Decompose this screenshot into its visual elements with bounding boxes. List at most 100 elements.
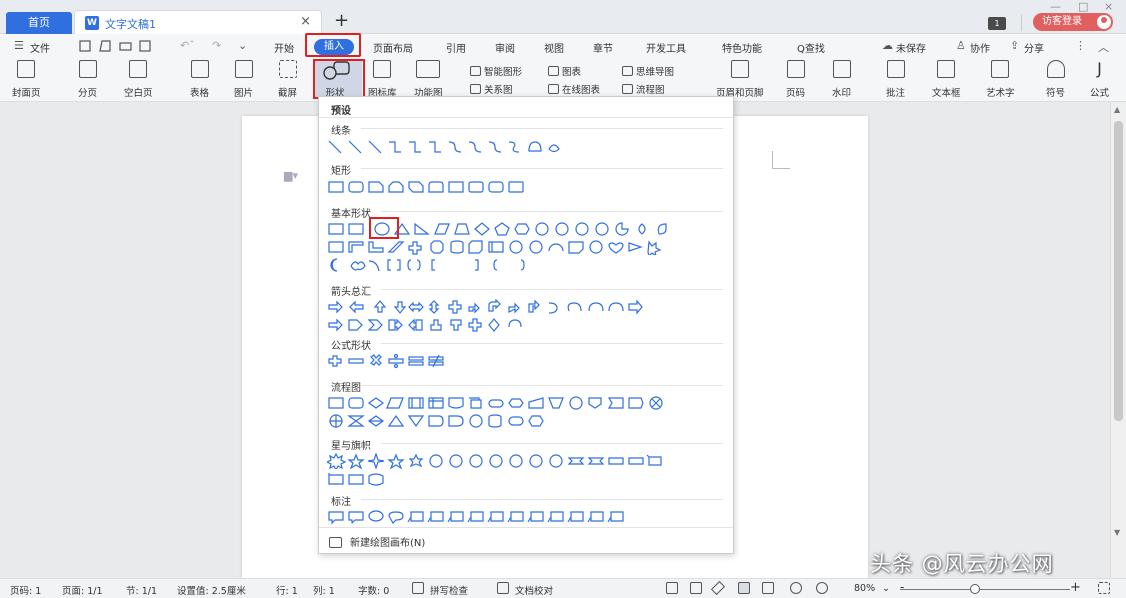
smart-art-button[interactable]: 智能图形 (470, 64, 522, 78)
new-drawing-canvas-button[interactable]: 新建绘图画布(N) (329, 534, 425, 549)
collaborate-button[interactable]: 协作 (970, 40, 990, 55)
share-button[interactable]: 分享 (1024, 40, 1044, 55)
watermark-button[interactable]: 水印 (832, 60, 851, 99)
symbol-button[interactable]: 符号 (1046, 60, 1065, 99)
shape-row-stars-1[interactable] (327, 453, 727, 469)
shape-row-stars-2[interactable] (327, 471, 527, 487)
zoom-in-button[interactable]: + (1070, 580, 1081, 595)
minimize-button[interactable]: — (1050, 0, 1061, 13)
file-menu[interactable]: 文件 (30, 40, 50, 55)
shape-row-basic-2[interactable] (327, 239, 727, 255)
tab-developer[interactable]: 开发工具 (646, 40, 686, 55)
shape-row-callouts[interactable] (327, 509, 727, 525)
shape-row-arrows-2[interactable] (327, 317, 627, 333)
more-options-icon[interactable]: ⋮ (1075, 39, 1086, 52)
shape-row-basic-3[interactable] (327, 257, 627, 273)
relation-chart-button[interactable]: 关系图 (470, 82, 513, 96)
read-view-icon[interactable] (690, 582, 702, 594)
restore-button[interactable]: □ (1078, 0, 1088, 13)
outline-view-icon[interactable] (666, 582, 678, 594)
zoom-slider-track[interactable] (900, 589, 1070, 590)
vertical-scrollbar[interactable]: ▲ ▼ (1110, 103, 1126, 578)
close-window-button[interactable]: × (1104, 0, 1113, 13)
full-screen-view-icon[interactable] (762, 582, 774, 594)
tab-page-layout[interactable]: 页面布局 (373, 40, 413, 55)
word-art-icon (991, 60, 1010, 78)
chart-button[interactable]: 图表 (548, 64, 581, 78)
picture-button[interactable]: 图片 (234, 60, 253, 99)
zoom-dropdown-icon[interactable]: ⌄ (882, 583, 890, 594)
doc-proof-button[interactable]: 文档校对 (515, 583, 553, 597)
status-setting[interactable]: 设置值: 2.5厘米 (177, 583, 246, 597)
category-stars-banners: 星与旗帜 (331, 441, 371, 452)
undo-icon[interactable]: ↶ˇ (180, 39, 195, 52)
online-chart-button[interactable]: 在线图表 (548, 82, 600, 96)
tab-references[interactable]: 引用 (446, 40, 466, 55)
status-section[interactable]: 节: 1/1 (126, 583, 157, 597)
tab-view[interactable]: 视图 (544, 40, 564, 55)
tab-review[interactable]: 审阅 (495, 40, 515, 55)
page-break-button[interactable]: 分页 (78, 60, 97, 99)
page-break-label: 分页 (78, 88, 98, 99)
zoom-slider-knob[interactable] (970, 584, 980, 594)
spell-check-button[interactable]: 拼写检查 (430, 583, 468, 597)
scroll-up-icon[interactable]: ▲ (1114, 105, 1120, 114)
search-button[interactable]: Q查找 (797, 40, 825, 55)
paragraph-icon[interactable]: ▆▾ (284, 169, 298, 182)
tab-home[interactable]: 开始 (274, 40, 294, 55)
scrollbar-thumb[interactable] (1114, 121, 1123, 421)
preset-heading: 预设 (331, 106, 351, 117)
smart-art-icon (470, 66, 481, 76)
web-view-icon[interactable] (790, 582, 802, 594)
unsaved-status[interactable]: 未保存 (896, 40, 926, 55)
status-pages[interactable]: 页面: 1/1 (62, 583, 103, 597)
visitor-login-button[interactable]: 访客登录 (1033, 13, 1113, 31)
new-tab-button[interactable]: + (334, 10, 349, 31)
zoom-level[interactable]: 80% (854, 583, 875, 594)
comment-button[interactable]: 批注 (886, 60, 905, 99)
shape-row-arrows-1[interactable] (327, 299, 727, 315)
window-count-badge[interactable]: 1 (988, 17, 1006, 30)
shape-row-flowchart-1[interactable] (327, 395, 727, 411)
mind-map-label: 思维导图 (636, 67, 675, 78)
shape-row-rectangles[interactable] (327, 179, 627, 195)
cover-page-button[interactable]: 封面页 (12, 60, 41, 99)
shape-row-equation[interactable] (327, 353, 527, 369)
zoom-out-button[interactable]: - (900, 580, 904, 594)
textbox-button[interactable]: 文本框 (932, 60, 961, 99)
pen-icon[interactable] (710, 580, 726, 596)
function-chart-button[interactable]: 功能图 (414, 60, 443, 99)
page-number-button[interactable]: 页码 (786, 60, 805, 99)
divider (361, 499, 723, 500)
screenshot-button[interactable]: 截屏 (278, 60, 297, 99)
fit-page-icon[interactable] (1098, 582, 1110, 594)
scroll-down-icon[interactable]: ▼ (1114, 528, 1120, 537)
word-art-button[interactable]: 艺术字 (986, 60, 1015, 99)
flowchart-button[interactable]: 流程图 (622, 82, 665, 96)
close-tab-icon[interactable]: × (300, 14, 311, 29)
redo-icon[interactable]: ↷ (212, 39, 221, 52)
home-tab[interactable]: 首页 (6, 12, 72, 34)
quick-access-icons[interactable] (78, 39, 162, 53)
shape-row-lines[interactable] (327, 139, 627, 155)
document-tab[interactable]: W 文字文稿1 × (74, 10, 322, 34)
formula-button[interactable]: J 公式 (1090, 60, 1109, 100)
more-dropdown-icon[interactable]: ⌄ (238, 39, 247, 52)
mind-map-button[interactable]: 思维导图 (622, 64, 674, 78)
icon-library-button[interactable]: 图标库 (368, 60, 397, 99)
tab-sections[interactable]: 章节 (593, 40, 613, 55)
collapse-ribbon-icon[interactable]: ︿ (1098, 39, 1109, 55)
shape-row-flowchart-2[interactable] (327, 413, 627, 429)
table-button[interactable]: 表格 (190, 60, 209, 99)
status-page-code[interactable]: 页码: 1 (10, 583, 41, 597)
tab-featured[interactable]: 特色功能 (722, 40, 762, 55)
page-view-icon[interactable] (738, 582, 750, 594)
status-col[interactable]: 列: 1 (313, 583, 335, 597)
blank-page-button[interactable]: 空白页 (124, 60, 153, 99)
eye-protection-icon[interactable] (816, 582, 828, 594)
relation-chart-label: 关系图 (484, 85, 513, 96)
status-word-count[interactable]: 字数: 0 (358, 583, 389, 597)
hamburger-icon[interactable]: ☰ (14, 39, 24, 52)
header-footer-button[interactable]: 页眉和页脚 (716, 60, 764, 99)
status-row[interactable]: 行: 1 (276, 583, 298, 597)
